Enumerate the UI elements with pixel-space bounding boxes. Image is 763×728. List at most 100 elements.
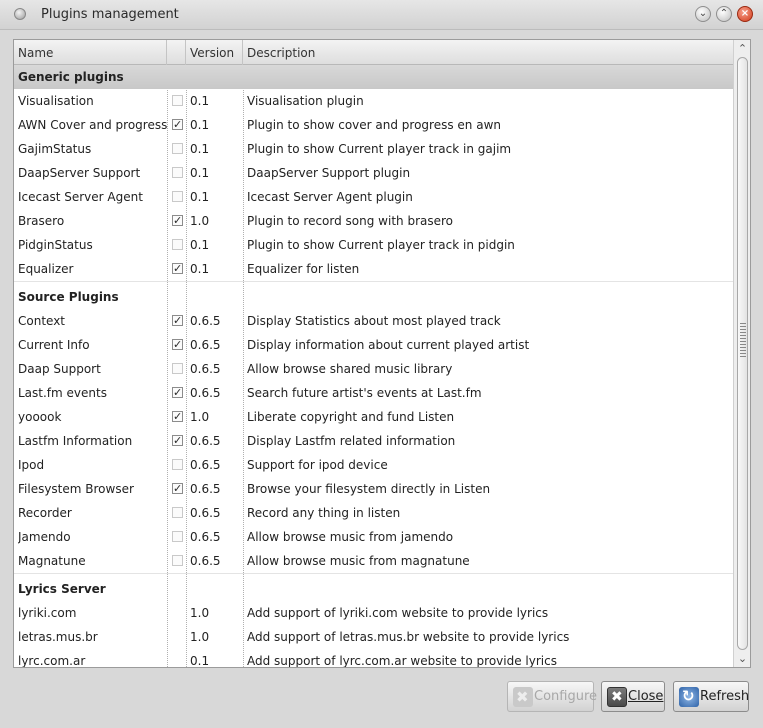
plugin-name: Icecast Server Agent	[18, 190, 143, 204]
plugin-row[interactable]: Brasero ✓ 1.0 Plugin to record song with br…	[14, 209, 733, 233]
group-header[interactable]: Generic plugins	[14, 65, 733, 89]
plugin-enabled-checkbox[interactable]: ✓	[172, 215, 183, 226]
plugin-row[interactable]: lyrc.com.ar 0.1 Add support of lyrc.com.ar…	[14, 649, 733, 668]
group-header[interactable]: Source Plugins	[14, 281, 733, 309]
plugin-enabled-checkbox[interactable]	[172, 239, 183, 250]
plugin-version: 1.0	[190, 410, 210, 424]
plugin-version: 0.1	[190, 238, 210, 252]
column-header-enabled[interactable]	[167, 40, 186, 65]
plugin-version: 0.1	[190, 142, 210, 156]
plugin-row[interactable]: Context ✓ 0.6.5 Display Statistics about mo…	[14, 309, 733, 333]
maximize-button[interactable]: ⌃	[716, 6, 732, 22]
plugin-row[interactable]: Magnatune 0.6.5 Allow browse music from ma…	[14, 549, 733, 573]
column-header: Name Version Description	[14, 40, 733, 65]
plugin-version: 0.6.5	[190, 338, 221, 352]
plugin-description: Icecast Server Agent plugin	[247, 190, 413, 204]
plugin-version: 0.1	[190, 654, 210, 668]
plugin-description: Search future artist's events at Last.fm	[247, 386, 482, 400]
plugin-enabled-checkbox[interactable]	[172, 167, 183, 178]
plugin-enabled-checkbox[interactable]	[172, 531, 183, 542]
plugin-row[interactable]: Daap Support 0.6.5 Allow browse shared mus…	[14, 357, 733, 381]
plugin-row[interactable]: GajimStatus 0.1 Plugin to show Current pla…	[14, 137, 733, 161]
plugin-version: 0.6.5	[190, 434, 221, 448]
plugin-name: yooook	[18, 410, 62, 424]
plugin-name: Ipod	[18, 458, 45, 472]
plugin-enabled-checkbox[interactable]: ✓	[172, 263, 183, 274]
plugin-row[interactable]: Equalizer ✓ 0.1 Equalizer for listen	[14, 257, 733, 281]
plugin-name: Visualisation	[18, 94, 94, 108]
plugin-enabled-checkbox[interactable]: ✓	[172, 411, 183, 422]
plugin-enabled-checkbox[interactable]: ✓	[172, 387, 183, 398]
plugin-row[interactable]: yooook ✓ 1.0 Liberate copyright and fund Li…	[14, 405, 733, 429]
plugin-enabled-checkbox[interactable]	[172, 143, 183, 154]
plugin-description: Add support of lyrc.com.ar website to pr…	[247, 654, 557, 668]
plugin-version: 0.1	[190, 262, 210, 276]
plugin-description: Plugin to show cover and progress en awn	[247, 118, 501, 132]
vertical-scrollbar[interactable]: ⌃ ⌄	[733, 40, 750, 667]
plugins-tree-view[interactable]: Name Version Description Generic plugins…	[13, 39, 751, 668]
configure-button[interactable]: Configure	[507, 681, 597, 712]
plugin-version: 1.0	[190, 214, 210, 228]
plugin-row[interactable]: letras.mus.br 1.0 Add support of letras.mu…	[14, 625, 733, 649]
plugin-enabled-checkbox[interactable]	[172, 363, 183, 374]
plugin-name: Jamendo	[18, 530, 71, 544]
plugin-enabled-checkbox[interactable]: ✓	[172, 483, 183, 494]
plugin-enabled-checkbox[interactable]	[172, 555, 183, 566]
plugin-description: Allow browse shared music library	[247, 362, 453, 376]
column-header-name[interactable]: Name	[14, 40, 167, 65]
plugin-enabled-checkbox[interactable]	[172, 191, 183, 202]
plugin-row[interactable]: DaapServer Support 0.1 DaapServer Support …	[14, 161, 733, 185]
plugin-row[interactable]: AWN Cover and progress ✓ 0.1 Plugin to show…	[14, 113, 733, 137]
plugin-version: 0.1	[190, 166, 210, 180]
plugin-version: 0.1	[190, 118, 210, 132]
plugin-row[interactable]: Ipod 0.6.5 Support for ipod device	[14, 453, 733, 477]
plugin-description: Allow browse music from magnatune	[247, 554, 470, 568]
plugin-rows: Generic plugins Visualisation 0.1 Visualisa…	[14, 65, 733, 668]
plugin-enabled-checkbox[interactable]: ✓	[172, 119, 183, 130]
plugin-row[interactable]: Recorder 0.6.5 Record any thing in listen	[14, 501, 733, 525]
plugin-name: lyrc.com.ar	[18, 654, 86, 668]
column-header-version[interactable]: Version	[186, 40, 243, 65]
plugin-version: 0.6.5	[190, 314, 221, 328]
close-button[interactable]: Close	[601, 681, 665, 712]
close-window-button[interactable]: ×	[737, 6, 753, 22]
plugin-name: Magnatune	[18, 554, 86, 568]
plugin-description: DaapServer Support plugin	[247, 166, 411, 180]
plugin-description: Display Statistics about most played tra…	[247, 314, 501, 328]
plugin-row[interactable]: Current Info ✓ 0.6.5 Display information ab…	[14, 333, 733, 357]
plugin-enabled-checkbox[interactable]: ✓	[172, 315, 183, 326]
plugin-row[interactable]: lyriki.com 1.0 Add support of lyriki.com w…	[14, 601, 733, 625]
close-icon	[607, 687, 627, 707]
window-menu-icon[interactable]	[14, 8, 26, 20]
group-header[interactable]: Lyrics Server	[14, 573, 733, 601]
plugin-name: PidginStatus	[18, 238, 93, 252]
plugin-description: Equalizer for listen	[247, 262, 360, 276]
plugin-enabled-checkbox[interactable]	[172, 459, 183, 470]
plugin-enabled-checkbox[interactable]	[172, 95, 183, 106]
window-title: Plugins management	[41, 7, 179, 22]
column-header-description[interactable]: Description	[243, 40, 733, 65]
plugin-version: 0.1	[190, 190, 210, 204]
plugin-enabled-checkbox[interactable]: ✓	[172, 339, 183, 350]
plugin-enabled-checkbox[interactable]: ✓	[172, 435, 183, 446]
plugin-row[interactable]: Icecast Server Agent 0.1 Icecast Server Ag…	[14, 185, 733, 209]
group-label: Lyrics Server	[18, 582, 106, 596]
plugin-enabled-checkbox[interactable]	[172, 507, 183, 518]
plugin-version: 1.0	[190, 606, 210, 620]
refresh-button[interactable]: Refresh	[673, 681, 749, 712]
scroll-thumb[interactable]	[737, 57, 748, 650]
close-label: Close	[628, 689, 664, 704]
plugin-version: 0.6.5	[190, 362, 221, 376]
plugin-description: Support for ipod device	[247, 458, 388, 472]
plugin-row[interactable]: Last.fm events ✓ 0.6.5 Search future artist…	[14, 381, 733, 405]
plugin-row[interactable]: Lastfm Information ✓ 0.6.5 Display Lastfm r…	[14, 429, 733, 453]
plugin-row[interactable]: Visualisation 0.1 Visualisation plugin	[14, 89, 733, 113]
plugin-row[interactable]: Filesystem Browser ✓ 0.6.5 Browse your file…	[14, 477, 733, 501]
plugin-row[interactable]: Jamendo 0.6.5 Allow browse music from jame…	[14, 525, 733, 549]
plugin-version: 0.6.5	[190, 482, 221, 496]
scroll-down-arrow-icon[interactable]: ⌄	[737, 653, 748, 664]
scroll-up-arrow-icon[interactable]: ⌃	[737, 43, 748, 54]
plugin-row[interactable]: PidginStatus 0.1 Plugin to show Current pl…	[14, 233, 733, 257]
plugin-description: Liberate copyright and fund Listen	[247, 410, 455, 424]
minimize-button[interactable]: ⌄	[695, 6, 711, 22]
